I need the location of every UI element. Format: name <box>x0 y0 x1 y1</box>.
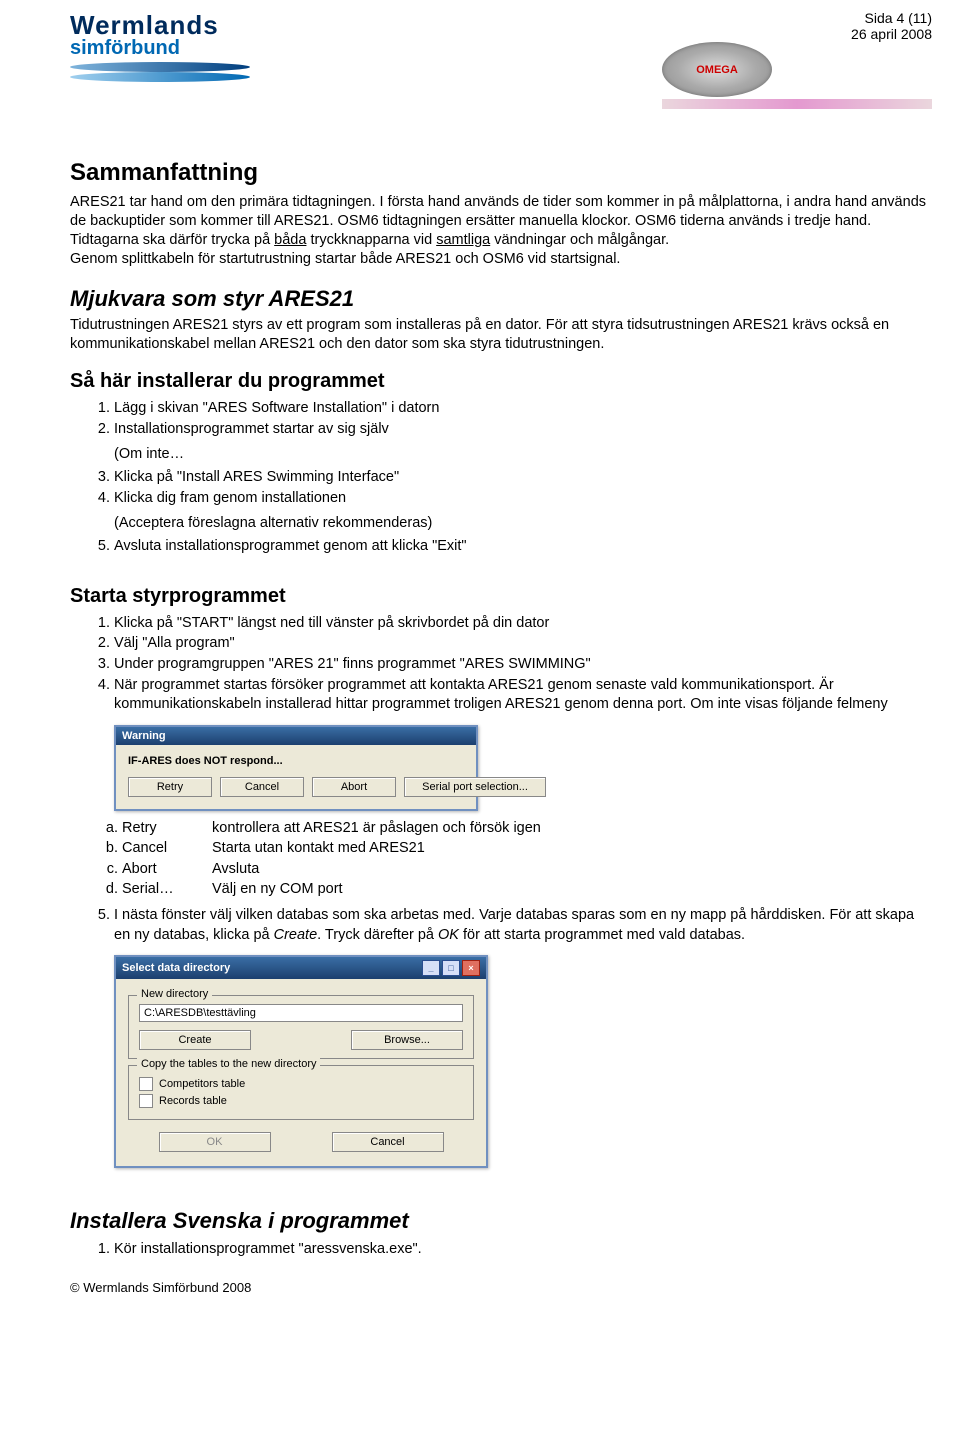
install-list-cont: Klicka på "Install ARES Swimming Interfa… <box>70 468 932 508</box>
list-item: Under programgruppen "ARES 21" finns pro… <box>114 655 932 675</box>
maximize-icon[interactable]: □ <box>442 960 460 976</box>
wave-icon <box>70 58 250 86</box>
serial-port-button[interactable]: Serial port selection... <box>404 777 546 797</box>
checkbox-competitors[interactable]: Competitors table <box>139 1077 463 1091</box>
checkbox-icon <box>139 1077 153 1091</box>
list-item: CancelStarta utan kontakt med ARES21 <box>122 839 932 859</box>
list-item: Retrykontrollera att ARES21 är påslagen … <box>122 819 932 839</box>
cancel-button[interactable]: Cancel <box>332 1132 444 1152</box>
warning-dialog: Warning IF-ARES does NOT respond... Retr… <box>114 725 478 811</box>
logo-line2: simförbund <box>70 37 250 60</box>
list-item: När programmet startas försöker programm… <box>114 676 932 715</box>
retry-button[interactable]: Retry <box>128 777 212 797</box>
page-footer: © Wermlands Simförbund 2008 <box>70 1280 932 1295</box>
wermlands-logo: Wermlands simförbund <box>70 10 250 86</box>
path-input[interactable]: C:\ARESDB\testtävling <box>139 1004 463 1022</box>
dialog-titlebar: Warning <box>116 727 476 745</box>
install-list-end: Avsluta installationsprogrammet genom at… <box>70 537 932 557</box>
list-item: Avsluta installationsprogrammet genom at… <box>114 537 932 557</box>
dialog-title: Select data directory <box>122 962 230 974</box>
warning-explain-list: Retrykontrollera att ARES21 är påslagen … <box>70 819 932 900</box>
checkbox-records[interactable]: Records table <box>139 1094 463 1108</box>
page-date: 26 april 2008 <box>662 26 932 42</box>
list-item: Välj "Alla program" <box>114 634 932 654</box>
svenska-list: Kör installationsprogrammet "aressvenska… <box>70 1240 932 1260</box>
dialog-titlebar: Select data directory _ □ × <box>116 957 486 979</box>
cancel-button[interactable]: Cancel <box>220 777 304 797</box>
group-copy-tables: Copy the tables to the new directory Com… <box>128 1065 474 1120</box>
header-right: Sida 4 (11) 26 april 2008 OMEGA <box>662 10 932 109</box>
warning-text: IF-ARES does NOT respond... <box>128 755 464 767</box>
heading-install: Så här installerar du programmet <box>70 370 932 393</box>
list-item: Serial…Välj en ny COM port <box>122 880 932 900</box>
select-dir-dialog: Select data directory _ □ × New director… <box>114 955 488 1168</box>
para-mjukvara: Tidutrustningen ARES21 styrs av ett prog… <box>70 316 932 354</box>
start-list: Klicka på "START" längst ned till vänste… <box>70 614 932 715</box>
list-item: Klicka på "Install ARES Swimming Interfa… <box>114 468 932 488</box>
minimize-icon[interactable]: _ <box>422 960 440 976</box>
list-item: Kör installationsprogrammet "aressvenska… <box>114 1240 932 1260</box>
install-list: Lägg i skivan "ARES Software Installatio… <box>70 399 932 439</box>
list-item: Klicka dig fram genom installationen <box>114 489 932 509</box>
omega-strip <box>662 99 932 109</box>
list-item: I nästa fönster välj vilken databas som … <box>114 906 932 945</box>
list-item: Klicka på "START" längst ned till vänste… <box>114 614 932 634</box>
list-item: Installationsprogrammet startar av sig s… <box>114 420 932 440</box>
list-item: AbortAvsluta <box>122 860 932 880</box>
para-sammanfattning: ARES21 tar hand om den primära tidtagnin… <box>70 193 932 268</box>
ok-button[interactable]: OK <box>159 1132 271 1152</box>
heading-mjukvara: Mjukvara som styr ARES21 <box>70 286 932 312</box>
checkbox-icon <box>139 1094 153 1108</box>
list-item: Lägg i skivan "ARES Software Installatio… <box>114 399 932 419</box>
create-button[interactable]: Create <box>139 1030 251 1050</box>
install-note-2: (Om inte… <box>114 446 932 462</box>
browse-button[interactable]: Browse... <box>351 1030 463 1050</box>
page-number: Sida 4 (11) <box>662 10 932 26</box>
group-new-directory: New directory C:\ARESDB\testtävling Crea… <box>128 995 474 1059</box>
install-note-4: (Acceptera föreslagna alternativ rekomme… <box>114 515 932 531</box>
omega-logo: OMEGA <box>662 42 772 97</box>
abort-button[interactable]: Abort <box>312 777 396 797</box>
window-controls: _ □ × <box>422 960 480 976</box>
group-title: New directory <box>137 988 212 1000</box>
close-icon[interactable]: × <box>462 960 480 976</box>
heading-starta: Starta styrprogrammet <box>70 585 932 608</box>
dialog-title: Warning <box>122 730 166 742</box>
heading-installera-svenska: Installera Svenska i programmet <box>70 1208 932 1234</box>
start-list-5: I nästa fönster välj vilken databas som … <box>70 906 932 945</box>
heading-sammanfattning: Sammanfattning <box>70 159 932 187</box>
page-header: Wermlands simförbund Sida 4 (11) 26 apri… <box>70 10 932 109</box>
group-title: Copy the tables to the new directory <box>137 1058 320 1070</box>
